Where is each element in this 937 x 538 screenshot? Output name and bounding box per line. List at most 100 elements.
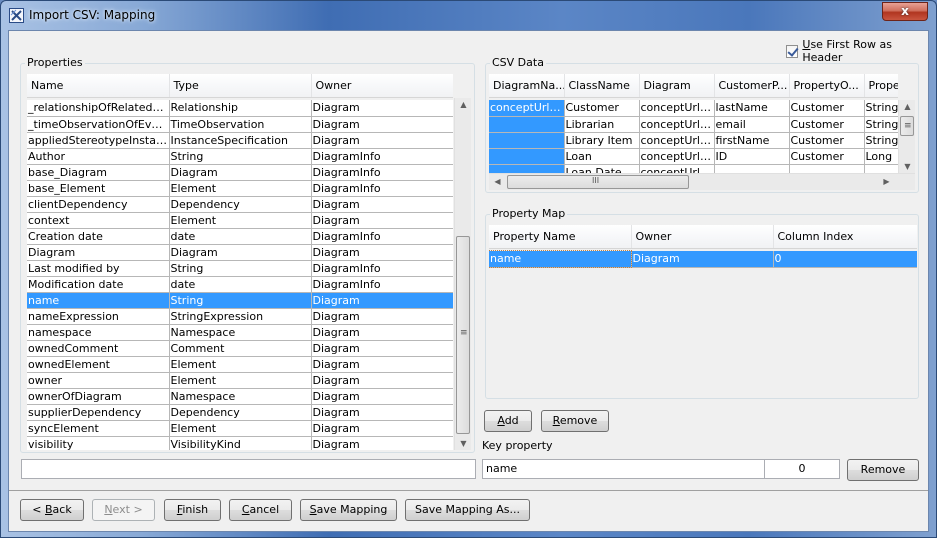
property-row[interactable]: nameExpression StringExpression Diagram [27,308,453,325]
csv-cell[interactable] [714,164,790,173]
key-property-name-input[interactable]: name [482,459,765,479]
next-button[interactable]: Next > [92,499,155,521]
property-row[interactable]: Author String DiagramInfo [27,148,453,165]
csv-cell[interactable]: conceptUrlP... [639,100,715,117]
scroll-right-icon[interactable]: ▶ [878,177,895,186]
csv-cell[interactable]: Librarian [564,116,640,133]
csv-row[interactable]: Loan conceptUrlP... ID Customer Long [489,148,898,165]
property-owner-cell[interactable]: Diagram [311,372,453,389]
property-name-cell[interactable]: Diagram [27,244,170,261]
property-type-cell[interactable]: date [169,228,312,245]
property-name-cell[interactable]: base_Element [27,180,170,197]
csv-cell[interactable]: Library Item [564,132,640,149]
key-property-index-input[interactable]: 0 [764,459,840,479]
csv-cell[interactable] [789,164,865,173]
property-type-cell[interactable]: InstanceSpecification [169,132,312,149]
property-owner-cell[interactable]: DiagramInfo [311,276,453,293]
use-first-row-header-checkbox[interactable]: Use First Row as Header [786,38,928,64]
property-owner-cell[interactable]: Diagram [311,356,453,373]
csv-cell[interactable] [864,164,898,173]
column-header-owner[interactable]: Owner [311,74,453,98]
property-name-cell[interactable]: base_Diagram [27,164,170,181]
property-name-cell[interactable]: name [27,292,170,309]
property-filter-input[interactable] [21,459,476,479]
property-owner-cell[interactable]: Diagram [311,308,453,325]
property-type-cell[interactable]: Element [169,212,312,229]
property-owner-cell[interactable]: Diagram [311,388,453,405]
csv-cell[interactable]: String [864,116,898,133]
property-type-cell[interactable]: Element [169,372,312,389]
property-row[interactable]: ownedElement Element Diagram [27,356,453,373]
add-button[interactable]: Add [484,410,532,432]
property-name-cell[interactable]: syncElement [27,420,170,437]
save-mapping-as-button[interactable]: Save Mapping As... [405,499,530,521]
scroll-up-icon[interactable]: ▲ [899,102,916,111]
property-name-cell[interactable]: supplierDependency [27,404,170,421]
property-owner-cell[interactable]: DiagramInfo [311,228,453,245]
property-type-cell[interactable]: Element [169,420,312,437]
property-row[interactable]: name String Diagram [27,292,453,309]
csv-cell[interactable]: email [714,116,790,133]
property-row[interactable]: Modification date date DiagramInfo [27,276,453,293]
remove-mapping-button[interactable]: Remove [541,410,609,432]
csv-horizontal-scrollbar[interactable]: ◀ III ▶ [489,173,915,190]
property-owner-cell[interactable]: Diagram [311,340,453,357]
map-column-index-cell[interactable]: 0 [773,251,917,268]
property-row[interactable]: ownedComment Comment Diagram [27,340,453,357]
property-owner-cell[interactable]: Diagram [311,292,453,309]
property-row[interactable]: Creation date date DiagramInfo [27,228,453,245]
close-button[interactable]: x [882,2,928,21]
property-name-cell[interactable]: appliedStereotypeInstance [27,132,170,149]
scrollbar-thumb[interactable]: ≡ [456,236,470,434]
property-name-cell[interactable]: ownedElement [27,356,170,373]
property-owner-cell[interactable]: DiagramInfo [311,180,453,197]
property-row[interactable]: syncElement Element Diagram [27,420,453,437]
property-name-cell[interactable]: namespace [27,324,170,341]
property-name-cell[interactable]: _relationshipOfRelatedEle... [27,100,170,117]
csv-vertical-scrollbar[interactable]: ▲ ≡ ▼ [898,100,915,173]
csv-cell[interactable]: Customer [789,100,865,117]
property-row[interactable]: _timeObservationOfEvent TimeObservation Di… [27,116,453,133]
property-type-cell[interactable]: TimeObservation [169,116,312,133]
property-owner-cell[interactable]: Diagram [311,404,453,421]
property-owner-cell[interactable]: Diagram [311,100,453,117]
csv-column-header[interactable]: Diagram [639,74,715,98]
checkbox-checked-icon[interactable] [786,44,799,58]
scrollbar-thumb[interactable]: ≡ [900,116,914,136]
csv-cell[interactable]: conceptUrlP... [639,116,715,133]
csv-column-header[interactable]: Proper [864,74,898,98]
remove-key-property-button[interactable]: Remove [847,459,919,481]
property-row[interactable]: namespace Namespace Diagram [27,324,453,341]
property-owner-cell[interactable]: DiagramInfo [311,260,453,277]
property-owner-cell[interactable]: DiagramInfo [311,164,453,181]
property-row[interactable]: ownerOfDiagram Namespace Diagram [27,388,453,405]
property-type-cell[interactable]: Relationship [169,100,312,117]
csv-row[interactable]: Loan Date conceptUrlP... [489,164,898,173]
map-owner-cell[interactable]: Diagram [631,251,774,268]
scroll-up-icon[interactable]: ▲ [455,100,472,109]
column-header-column-index[interactable]: Column Index [773,225,917,249]
csv-cell[interactable]: Loan [564,148,640,165]
properties-vertical-scrollbar[interactable]: ▲ ≡ ▼ [454,98,471,450]
property-type-cell[interactable]: VisibilityKind [169,436,312,450]
property-name-cell[interactable]: visibility [27,436,170,450]
property-name-cell[interactable]: _timeObservationOfEvent [27,116,170,133]
property-type-cell[interactable]: String [169,260,312,277]
csv-cell[interactable]: conceptUrlP... [639,148,715,165]
property-type-cell[interactable]: Comment [169,340,312,357]
property-name-cell[interactable]: ownedComment [27,340,170,357]
property-row[interactable]: _relationshipOfRelatedEle... Relationship… [27,100,453,117]
property-name-cell[interactable]: clientDependency [27,196,170,213]
property-name-cell[interactable]: Modification date [27,276,170,293]
csv-cell[interactable]: String [864,132,898,149]
csv-row[interactable]: conceptUrlP... Customer conceptUrlP... last… [489,100,898,117]
csv-row[interactable]: Library Item conceptUrlP... firstName Custo… [489,132,898,149]
property-name-cell[interactable]: ownerOfDiagram [27,388,170,405]
csv-cell[interactable]: lastName [714,100,790,117]
property-owner-cell[interactable]: Diagram [311,132,453,149]
finish-button[interactable]: Finish [164,499,221,521]
csv-cell[interactable]: conceptUrlP... [489,100,565,117]
property-row[interactable]: base_Diagram Diagram DiagramInfo [27,164,453,181]
property-row[interactable]: owner Element Diagram [27,372,453,389]
csv-cell[interactable] [489,132,565,149]
